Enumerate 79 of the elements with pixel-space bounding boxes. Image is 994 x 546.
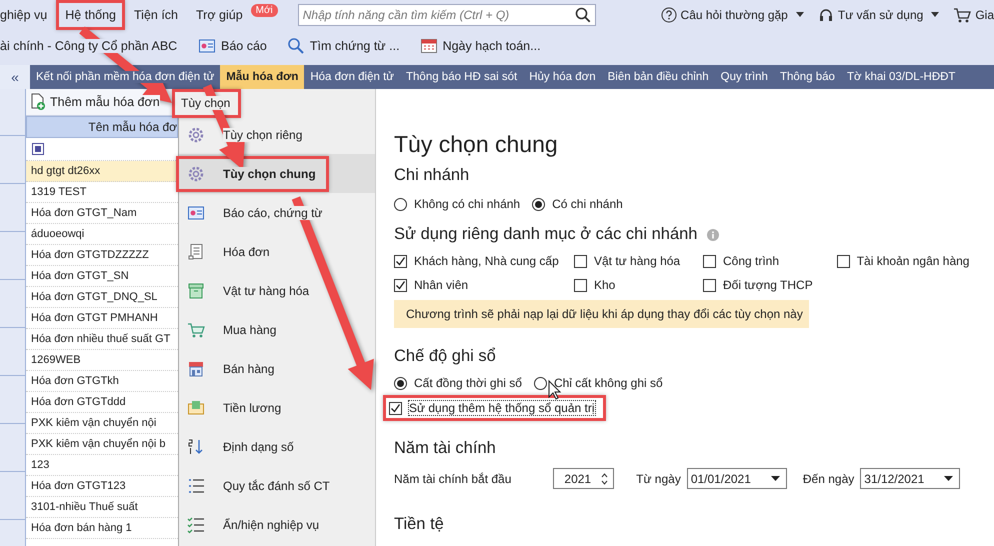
sort-icon (187, 438, 205, 456)
checkbox-option[interactable]: Công trình (703, 254, 780, 268)
help-icon[interactable] (660, 7, 677, 23)
box-icon (187, 282, 205, 300)
menu-option[interactable]: Định dạng số (179, 432, 304, 462)
caret-icon[interactable] (944, 476, 954, 481)
new-badge: Mới (250, 4, 278, 16)
checkbox-option[interactable]: Vật tư hàng hóa (574, 254, 680, 268)
section-heading: Năm tài chính (394, 439, 496, 458)
warning-text: Chương trình sẽ phải nạp lại dữ liệu khi áp dụng thay đổi các tùy chọn này (406, 307, 803, 321)
field-label: Đến ngày (802, 472, 854, 486)
radio-option[interactable]: Không có chi nhánh (394, 197, 520, 211)
field-label: Từ ngày (636, 472, 681, 486)
radio-option[interactable]: Cất đồng thời ghi sổ (394, 376, 522, 390)
menu-item[interactable]: ghiệp vụ (0, 3, 54, 27)
envelope-icon (187, 398, 205, 416)
menu-item[interactable]: Hệ thống (59, 3, 122, 27)
checklist-icon (187, 516, 205, 534)
shop-icon (187, 360, 205, 378)
caret-icon[interactable] (796, 12, 804, 18)
menu-item[interactable]: Tiện ích (128, 3, 184, 27)
menu-option[interactable]: Hóa đơn (179, 236, 280, 266)
document-icon (187, 242, 205, 260)
menu-option[interactable]: Bán hàng (179, 354, 284, 384)
gear-icon (187, 164, 205, 182)
caret-icon[interactable] (931, 12, 940, 18)
header-link[interactable]: Câu hỏi thường gặp (680, 8, 788, 22)
gear-icon (187, 126, 205, 144)
page-title: Tùy chọn chung (394, 131, 558, 158)
checkbox-option[interactable]: Tài khoản ngân hàng (836, 254, 970, 268)
tab[interactable]: Mẫu hóa đơn (220, 65, 304, 89)
collapse-button[interactable]: « (0, 65, 30, 89)
search-icon[interactable] (574, 7, 591, 23)
cart-icon (187, 320, 205, 338)
headset-icon[interactable] (818, 7, 834, 23)
spinner-arrows-icon[interactable] (601, 472, 608, 486)
menu-option[interactable]: Tiền lương (179, 392, 292, 422)
field-label: Năm tài chính bắt đầu (394, 472, 512, 486)
menu-option[interactable]: Vật tư hàng hóa (179, 276, 320, 306)
menu-option[interactable]: Quy tắc đánh số CT (179, 470, 340, 500)
report-icon (187, 204, 205, 222)
year-spinner[interactable]: 2021 (553, 468, 614, 489)
section-heading: Chi nhánh (394, 166, 470, 185)
checkbox-option[interactable]: Nhân viên (394, 278, 468, 292)
search-icon (286, 37, 305, 55)
caret-icon[interactable] (770, 476, 780, 481)
filter-checkbox-icon[interactable] (32, 143, 44, 155)
section-heading: Sử dụng riêng danh mục ở các chi nhánh (394, 225, 698, 244)
cart-icon[interactable] (953, 6, 972, 24)
checkbox-option[interactable]: Sử dụng thêm hệ thống sổ quản trị (386, 398, 602, 418)
section-heading: Chế độ ghi sổ (394, 347, 496, 366)
list-row[interactable]: hd gtgt dt26xx (26, 161, 178, 182)
info-icon (707, 228, 720, 240)
search-field[interactable]: Nhập tính năng cần tìm kiếm (Ctrl + Q) (298, 4, 596, 26)
checkbox-option[interactable]: Kho (574, 278, 616, 292)
toolbar-button[interactable]: Báo cáo (190, 37, 275, 55)
report-icon (198, 37, 216, 55)
section-heading: Tiền tệ (394, 515, 444, 534)
date-dropdown[interactable]: 01/01/2021 (686, 468, 787, 489)
toolbar-button[interactable]: Ngày hạch toán... (412, 37, 549, 55)
menu-item[interactable]: Trợ giúp (190, 3, 249, 27)
header-link[interactable]: Gia (975, 8, 994, 22)
add-document-icon (30, 93, 46, 111)
toolbar-button[interactable]: Tìm chứng từ ... (278, 37, 408, 55)
column-header[interactable]: Tên mẫu hóa đơ (26, 116, 178, 138)
checkbox-option[interactable]: Đối tượng THCP (703, 278, 813, 292)
radio-option[interactable]: Chỉ cất không ghi sổ (534, 376, 663, 390)
calendar-icon (420, 37, 438, 55)
menu-option[interactable]: Mua hàng (179, 314, 286, 344)
radio-option[interactable]: Có chi nhánh (532, 197, 623, 211)
checkbox-option[interactable]: Khách hàng, Nhà cung cấp (394, 254, 559, 268)
menu-option[interactable]: Ẩn/hiện nghiệp vụ (179, 510, 330, 540)
checkmark-icon (395, 256, 406, 266)
menu-title: Tùy chọn (175, 92, 238, 115)
checkmark-icon (395, 280, 406, 290)
checkmark-icon (390, 402, 401, 414)
date-dropdown[interactable]: 31/12/2021 (860, 468, 960, 489)
numbered-list-icon (187, 476, 205, 494)
header-link[interactable]: Tư vấn sử dụng (838, 8, 924, 22)
